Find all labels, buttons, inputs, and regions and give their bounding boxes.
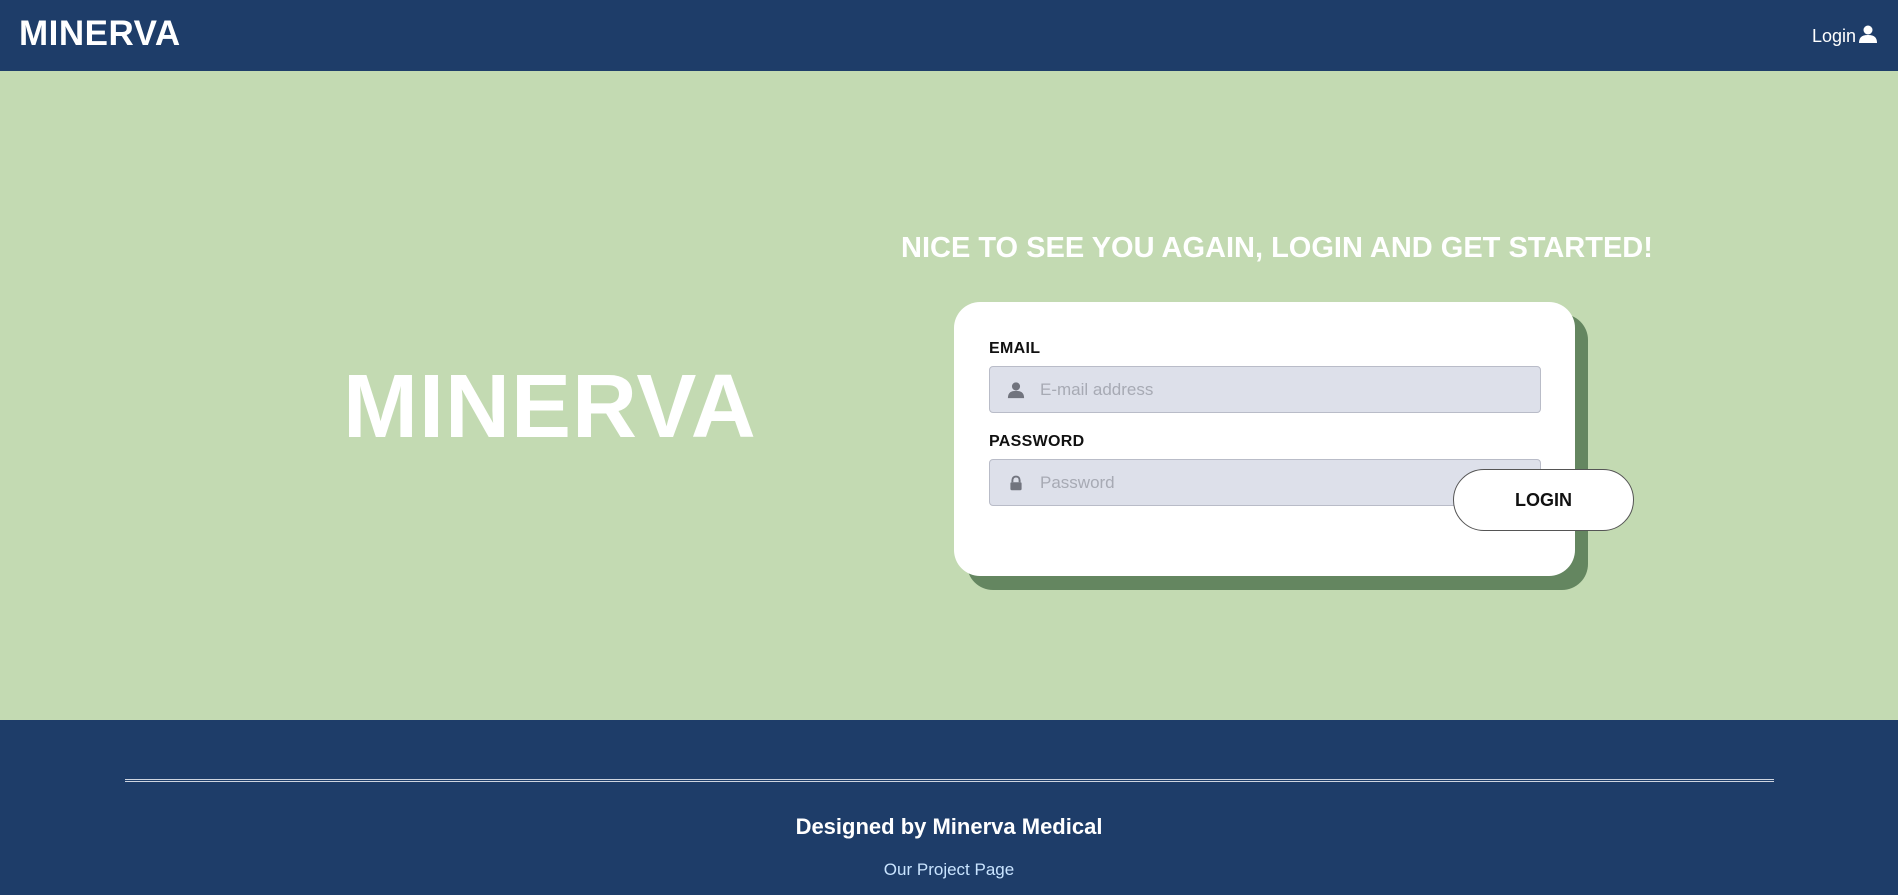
nav-login-link[interactable]: Login — [1812, 24, 1878, 49]
hero-title: MINERVA — [343, 357, 757, 457]
email-label: EMAIL — [989, 340, 1041, 357]
login-form-card: EMAIL PASSWORD — [954, 302, 1575, 576]
user-icon — [1006, 380, 1026, 400]
footer-divider — [125, 779, 1774, 782]
user-icon — [1858, 24, 1878, 49]
hero-section: MINERVA NICE TO SEE YOU AGAIN, LOGIN AND… — [0, 71, 1898, 720]
footer-credit: Designed by Minerva Medical — [795, 814, 1103, 839]
project-page-link[interactable]: Our Project Page — [0, 860, 1898, 880]
email-field-wrapper — [989, 366, 1541, 413]
nav-login-label: Login — [1811, 26, 1856, 46]
lock-icon — [1006, 473, 1026, 493]
login-greeting: NICE TO SEE YOU AGAIN, LOGIN AND GET STA… — [901, 232, 1653, 264]
password-label: PASSWORD — [989, 433, 1085, 450]
top-navbar: MINERVA Login — [0, 0, 1898, 71]
brand-logo[interactable]: MINERVA — [19, 14, 181, 54]
footer: Designed by Minerva Medical Our Project … — [0, 720, 1898, 895]
email-field[interactable] — [1040, 367, 1540, 412]
login-button[interactable]: LOGIN — [1453, 469, 1634, 531]
